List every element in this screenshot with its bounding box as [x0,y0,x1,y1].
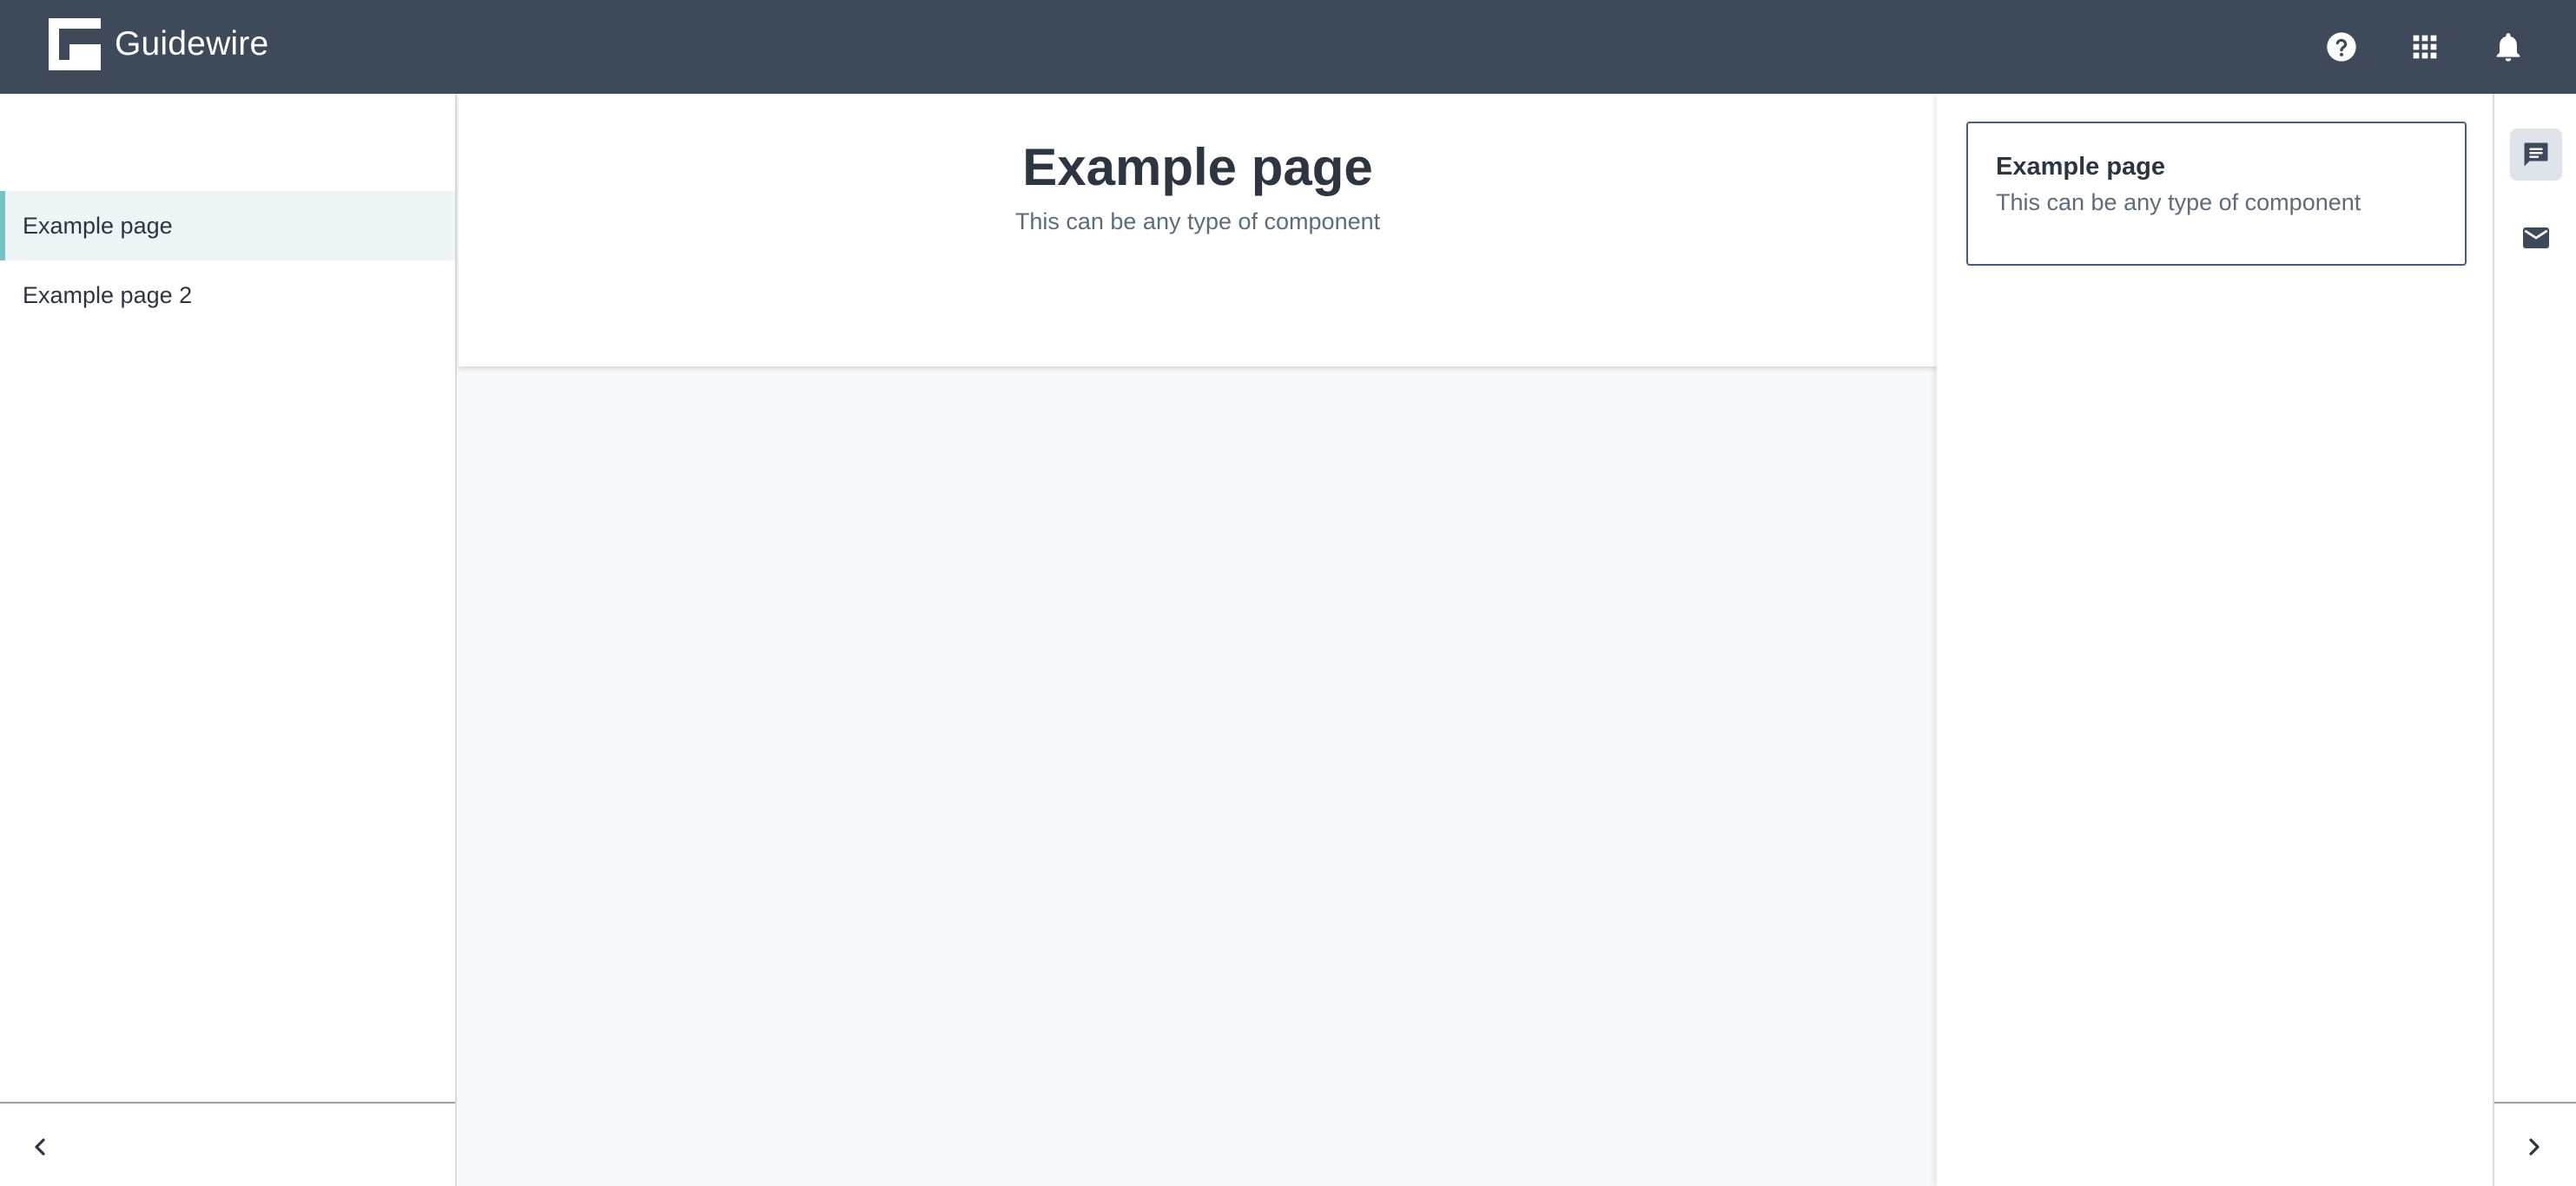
nav-item-example-page[interactable]: Example page [0,191,455,260]
brand-name: Guidewire [115,25,269,63]
side-panel-card-title: Example page [1996,153,2166,181]
side-panel-card: Example page This can be any type of com… [1966,122,2467,266]
page-title: Example page [1022,138,1373,196]
nav-item-label: Example page [23,212,173,239]
nav-footer [0,1102,455,1186]
page-subtitle: This can be any type of component [1014,208,1381,234]
left-navigation: Example page Example page 2 [0,94,457,1186]
brand-logo[interactable]: Guidewire [49,18,268,70]
chat-icon [2524,142,2548,167]
right-rail [2493,94,2576,1186]
rail-footer [2494,1102,2576,1186]
right-side-panel: Example page This can be any type of com… [1937,94,2493,1186]
help-button[interactable] [2321,26,2362,68]
help-icon [2327,32,2356,62]
side-panel-card-subtitle: This can be any type of component [1996,189,2361,215]
top-header: Guidewire [0,0,2576,94]
nav-item-label: Example page 2 [23,281,193,308]
notifications-bell-icon [2496,33,2520,62]
guidewire-logo-icon [49,18,101,70]
notifications-button[interactable] [2487,26,2529,68]
chevron-left-icon[interactable] [26,1133,54,1161]
apps-grid-icon [2413,35,2437,59]
chat-button[interactable] [2510,128,2562,181]
mail-icon [2523,227,2549,248]
nav-item-example-page-2[interactable]: Example page 2 [0,260,455,330]
main-content-card: Example page This can be any type of com… [459,94,1937,366]
apps-button[interactable] [2404,26,2446,68]
chevron-right-icon[interactable] [2520,1133,2548,1161]
mail-button[interactable] [2510,212,2562,264]
